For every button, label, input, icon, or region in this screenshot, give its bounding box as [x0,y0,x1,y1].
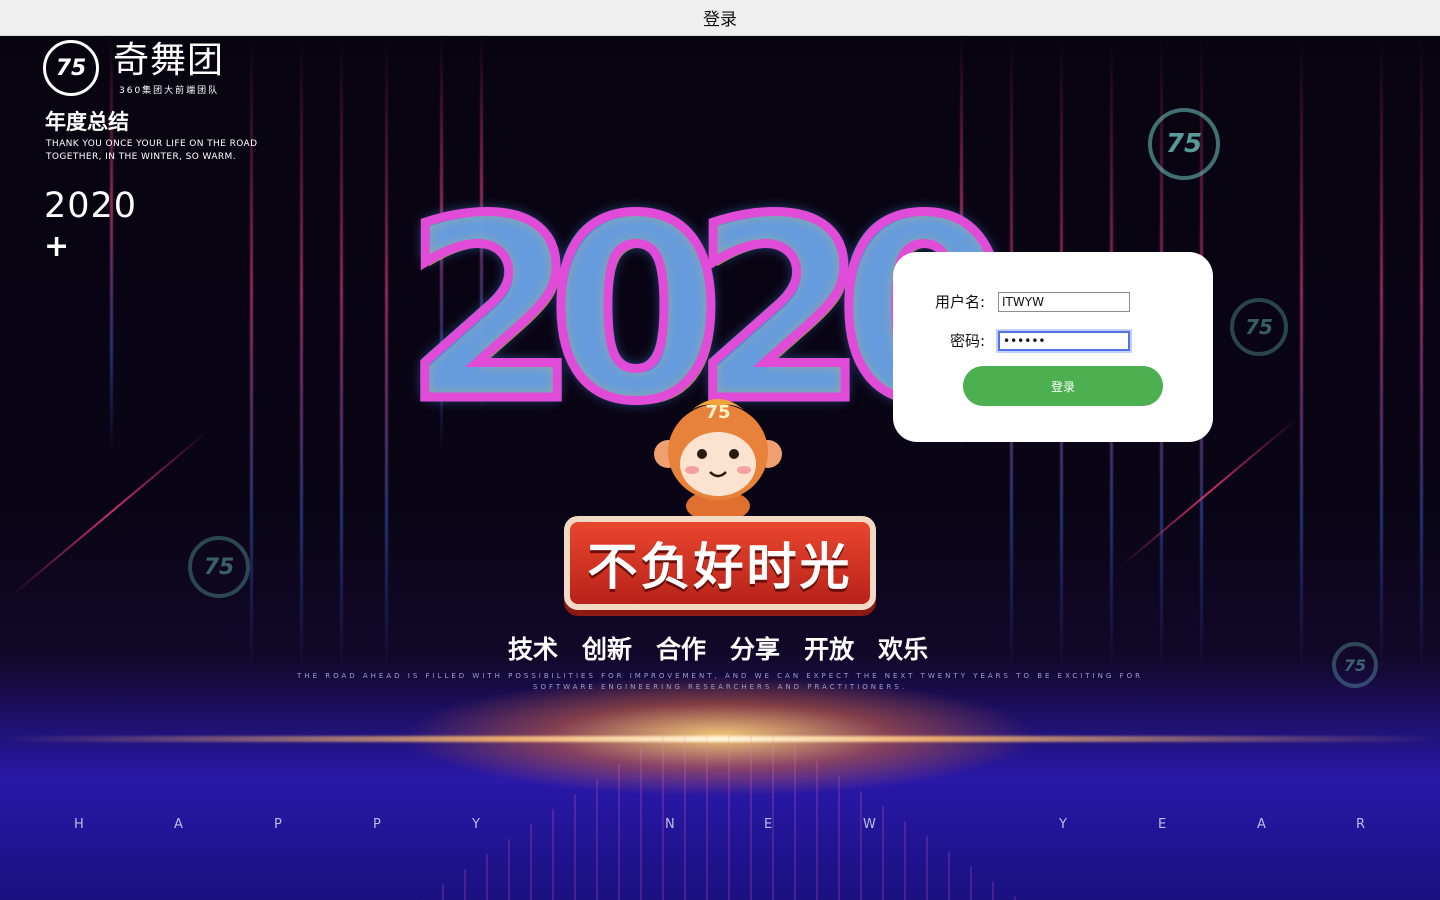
annual-tagline: THANK YOU ONCE YOUR LIFE ON THE ROAD TOG… [46,139,258,162]
username-label: 用户名: [934,293,985,311]
login-background: 75 75 75 75 75 奇舞团 360集团大前端团队 年度总结 THANK… [0,36,1440,900]
logo-badge-icon: 75 [1230,298,1288,356]
letter: W [863,817,876,832]
letter: A [1257,817,1266,832]
username-row: 用户名: [893,290,1213,314]
username-input[interactable] [998,292,1130,312]
letter: P [274,817,282,832]
letter: E [764,817,773,832]
motto-text: THE ROAD AHEAD IS FILLED WITH POSSIBILIT… [297,672,1143,691]
letter: N [665,817,675,832]
logo-badge-icon: 75 [1332,642,1378,688]
plus-icon: + [44,229,70,264]
keyword-item: 技术 [508,635,559,664]
keyword-item: 合作 [656,635,707,664]
window-title: 登录 [703,10,737,30]
brand-name: 奇舞团 [113,40,225,81]
monkey-mascot-icon: 75 [654,399,782,522]
login-form: 用户名: 密码: 登录 [893,252,1213,442]
window-titlebar: 登录 [0,0,1440,36]
keyword-list: 技术 创新 合作 分享 开放 欢乐 [508,630,928,666]
letter: R [1356,817,1366,832]
letter: P [373,817,381,832]
letter: E [1158,817,1167,832]
happy-new-year-text: H A P P Y N E W Y E A R [0,817,1440,837]
login-button[interactable]: 登录 [963,366,1163,406]
letter: Y [1059,817,1067,832]
password-row: 密码: [893,329,1213,353]
slogan-banner: 不负好时光 [564,516,876,610]
password-label: 密码: [949,332,985,350]
keyword-item: 创新 [582,635,633,664]
svg-text:75: 75 [705,402,730,423]
keyword-item: 分享 [730,635,781,664]
logo-badge-icon: 75 [188,536,250,598]
keyword-item: 开放 [804,635,855,664]
keyword-item: 欢乐 [878,635,929,664]
letter: A [174,817,183,832]
brand-logo-icon: 75 [43,40,99,96]
brand-subtitle: 360集团大前端团队 [119,86,220,96]
letter: H [74,817,84,832]
logo-badge-icon: 75 [1148,108,1220,180]
brand-year: 2020 [44,186,138,226]
password-input[interactable] [998,331,1130,351]
annual-summary-heading: 年度总结 [45,110,129,134]
letter: Y [472,817,480,832]
